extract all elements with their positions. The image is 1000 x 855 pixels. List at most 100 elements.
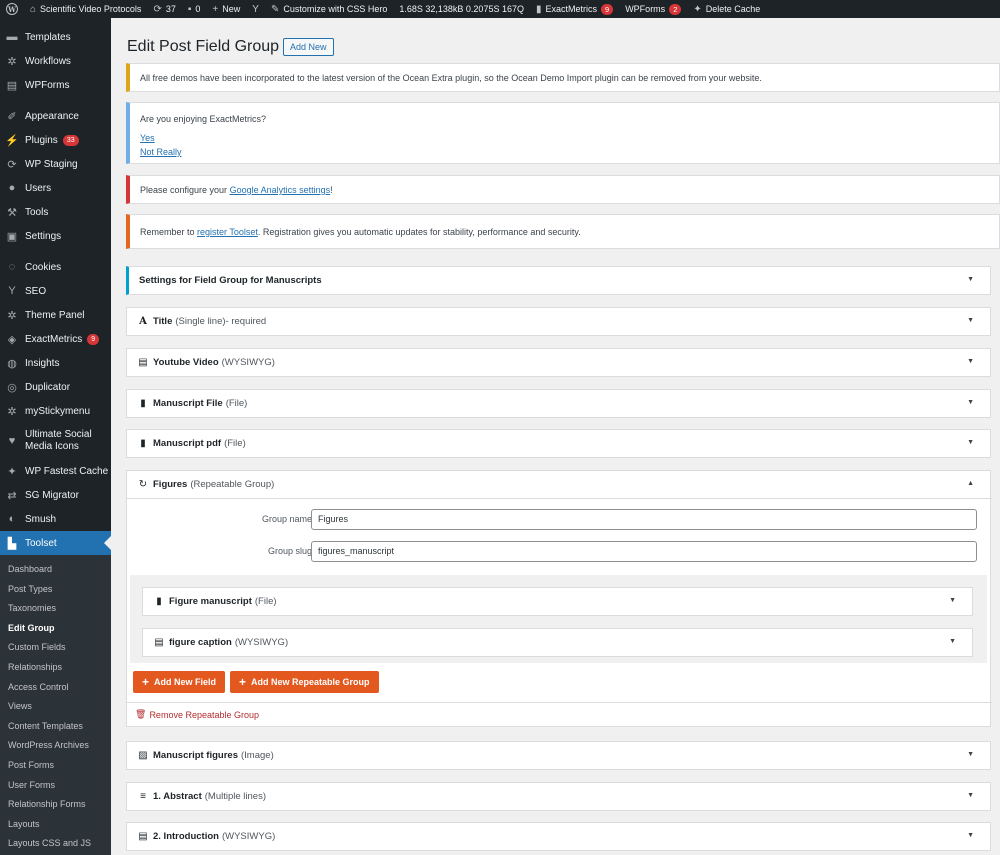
remove-repeatable-group-link[interactable]: 🗑︎ Remove Repeatable Group bbox=[135, 709, 259, 720]
sidebar-item-wp-fastest-cache[interactable]: ✦ WP Fastest Cache bbox=[0, 464, 111, 478]
sidebar-item-cookies[interactable]: ◌ Cookies bbox=[0, 260, 111, 274]
sidebar-item-label: Settings bbox=[25, 230, 62, 242]
file-icon: ▮ bbox=[140, 398, 146, 409]
sidebar-item-users[interactable]: ● Users bbox=[0, 181, 111, 195]
submenu-item-user-forms[interactable]: User Forms bbox=[8, 780, 55, 790]
field-header[interactable]: A Title (Single line) - required ▼ bbox=[127, 308, 990, 335]
toolset-submenu: Dashboard Post Types Taxonomies Edit Gro… bbox=[0, 555, 111, 855]
caret-down-icon[interactable]: ▼ bbox=[967, 276, 974, 283]
caret-down-icon[interactable]: ▼ bbox=[967, 439, 974, 446]
query-monitor-menu[interactable]: 1.68S 32,138kB 0.2075S 167Q bbox=[393, 0, 530, 18]
submenu-item-custom-fields[interactable]: Custom Fields bbox=[8, 642, 66, 652]
field-header[interactable]: ▤ figure caption (WYSIWYG) ▼ bbox=[143, 629, 972, 656]
group-slug-label: Group slug bbox=[267, 546, 312, 556]
submenu-item-relationships[interactable]: Relationships bbox=[8, 662, 62, 672]
new-content-menu[interactable]: + New bbox=[206, 0, 246, 18]
submenu-item-layouts[interactable]: Layouts bbox=[8, 819, 40, 829]
sidebar-item-templates[interactable]: ▬ Templates bbox=[0, 30, 111, 44]
add-new-repeatable-group-button[interactable]: + Add New Repeatable Group bbox=[230, 671, 379, 693]
sidebar-item-theme-panel[interactable]: ✲ Theme Panel bbox=[0, 308, 111, 322]
caret-up-icon[interactable]: ▲ bbox=[967, 480, 974, 487]
updates-menu[interactable]: ⟳ 37 bbox=[147, 0, 181, 18]
css-hero-menu[interactable]: ✎ Customize with CSS Hero bbox=[265, 0, 393, 18]
field-header[interactable]: ▮ Manuscript pdf (File) ▼ bbox=[127, 430, 990, 457]
settings-box-header[interactable]: Settings for Field Group for Manuscripts… bbox=[129, 267, 990, 294]
sidebar-item-workflows[interactable]: ✲ Workflows bbox=[0, 54, 111, 68]
caret-down-icon[interactable]: ▼ bbox=[967, 317, 974, 324]
submenu-item-views[interactable]: Views bbox=[8, 701, 32, 711]
submenu-item-layouts-css-js[interactable]: Layouts CSS and JS bbox=[8, 838, 91, 848]
field-header[interactable]: ≡ 1. Abstract (Multiple lines) ▼ bbox=[127, 783, 990, 810]
field-header[interactable]: ▮ Figure manuscript (File) ▼ bbox=[143, 588, 972, 615]
group-slug-input[interactable]: figures_manuscript bbox=[311, 541, 977, 562]
submenu-item-taxonomies[interactable]: Taxonomies bbox=[8, 603, 56, 613]
field-header[interactable]: ▮ Manuscript File (File) ▼ bbox=[127, 390, 990, 417]
admin-bar: W ⌂ Scientific Video Protocols ⟳ 37 ▪ 0 + Ne… bbox=[0, 0, 1000, 18]
register-toolset-link[interactable]: register Toolset bbox=[197, 227, 258, 237]
sidebar-item-appearance[interactable]: ✐ Appearance bbox=[0, 109, 111, 123]
enjoy-no-link[interactable]: Not Really bbox=[140, 147, 182, 157]
gear-icon: ✲ bbox=[7, 405, 17, 418]
field-manuscript-figures: ▨ Manuscript figures (Image) ▼ bbox=[126, 741, 991, 770]
add-new-button[interactable]: Add New bbox=[283, 38, 334, 56]
sidebar-item-tools[interactable]: ⚒ Tools bbox=[0, 205, 111, 219]
field-header[interactable]: ▤ 2. Introduction (WYSIWYG) ▼ bbox=[127, 823, 990, 850]
submenu-item-edit-group[interactable]: Edit Group bbox=[8, 623, 55, 633]
delete-cache-menu[interactable]: ✦ Delete Cache bbox=[687, 0, 766, 18]
comments-menu[interactable]: ▪ 0 bbox=[182, 0, 207, 18]
field-figure-caption: ▤ figure caption (WYSIWYG) ▼ bbox=[142, 628, 973, 657]
sidebar-item-insights[interactable]: ◍ Insights bbox=[0, 356, 111, 370]
sidebar-item-wpforms[interactable]: ▤ WPForms bbox=[0, 78, 111, 92]
sidebar-item-mystickymenu[interactable]: ✲ myStickymenu bbox=[0, 404, 111, 418]
caret-down-icon[interactable]: ▼ bbox=[949, 638, 956, 645]
site-name-menu[interactable]: ⌂ Scientific Video Protocols bbox=[24, 0, 147, 18]
caret-down-icon[interactable]: ▼ bbox=[967, 358, 974, 365]
new-label: New bbox=[222, 4, 241, 14]
sidebar-item-seo[interactable]: Y SEO bbox=[0, 284, 111, 298]
sidebar-item-wp-staging[interactable]: ⟳ WP Staging bbox=[0, 157, 111, 171]
sidebar-item-label: SG Migrator bbox=[25, 489, 79, 501]
caret-down-icon[interactable]: ▼ bbox=[949, 597, 956, 604]
caret-down-icon[interactable]: ▼ bbox=[967, 792, 974, 799]
field-header[interactable]: ▨ Manuscript figures (Image) ▼ bbox=[127, 742, 990, 769]
submenu-item-post-types[interactable]: Post Types bbox=[8, 584, 52, 594]
submenu-item-dashboard[interactable]: Dashboard bbox=[8, 564, 52, 574]
caret-down-icon[interactable]: ▼ bbox=[967, 399, 974, 406]
group-name-row: Group name Figures bbox=[127, 509, 992, 533]
sidebar-item-label: Cookies bbox=[25, 261, 62, 273]
settings-icon: ▣ bbox=[6, 230, 18, 243]
submenu-item-content-templates[interactable]: Content Templates bbox=[8, 721, 83, 731]
sidebar-item-duplicator[interactable]: ◎ Duplicator bbox=[0, 380, 111, 394]
submenu-item-post-forms[interactable]: Post Forms bbox=[8, 760, 54, 770]
field-manuscript-file: ▮ Manuscript File (File) ▼ bbox=[126, 389, 991, 418]
caret-down-icon[interactable]: ▼ bbox=[967, 832, 974, 839]
caret-down-icon[interactable]: ▼ bbox=[967, 751, 974, 758]
submenu-item-access-control[interactable]: Access Control bbox=[8, 682, 69, 692]
sidebar-item-exactmetrics[interactable]: ◈ ExactMetrics 9 bbox=[0, 332, 111, 346]
sidebar-item-label: WP Fastest Cache bbox=[25, 465, 109, 477]
submenu-item-wordpress-archives[interactable]: WordPress Archives bbox=[8, 740, 89, 750]
wpforms-menu[interactable]: WPForms 2 bbox=[619, 0, 687, 18]
exactmetrics-feedback-notice: Are you enjoying ExactMetrics? Yes Not R… bbox=[126, 102, 1000, 164]
page-title: Edit Post Field Group bbox=[127, 38, 280, 55]
wordpress-logo-menu[interactable]: W bbox=[0, 0, 24, 18]
sidebar-item-smush[interactable]: ◐ Smush bbox=[0, 512, 111, 526]
sidebar-item-ultimate-social-media-icons[interactable]: ♥ Ultimate Social Media Icons bbox=[0, 428, 111, 454]
sidebar-item-sg-migrator[interactable]: ⇄ SG Migrator bbox=[0, 488, 111, 502]
sidebar-item-plugins[interactable]: ⚡ Plugins 33 bbox=[0, 133, 111, 147]
group-header[interactable]: ↻ Figures (Repeatable Group) ▲ bbox=[127, 471, 990, 498]
exactmetrics-badge: 9 bbox=[87, 333, 100, 345]
submenu-item-relationship-forms[interactable]: Relationship Forms bbox=[8, 799, 86, 809]
enjoy-yes-link[interactable]: Yes bbox=[140, 133, 155, 143]
sidebar-item-settings[interactable]: ▣ Settings bbox=[0, 229, 111, 243]
field-header[interactable]: ▤ Youtube Video (WYSIWYG) ▼ bbox=[127, 349, 990, 376]
group-name-input[interactable]: Figures bbox=[311, 509, 977, 530]
group-slug-row: Group slug figures_manuscript bbox=[127, 541, 992, 565]
exactmetrics-menu[interactable]: ▮ ExactMetrics 9 bbox=[530, 0, 619, 18]
field-type: (Image) bbox=[241, 750, 274, 761]
group-type: (Repeatable Group) bbox=[190, 479, 275, 490]
add-new-field-button[interactable]: + Add New Field bbox=[133, 671, 226, 693]
analytics-settings-link[interactable]: Google Analytics settings bbox=[230, 185, 331, 195]
yoast-menu[interactable]: Y bbox=[246, 0, 265, 18]
sidebar-item-toolset[interactable]: ▙ Toolset bbox=[0, 531, 111, 555]
